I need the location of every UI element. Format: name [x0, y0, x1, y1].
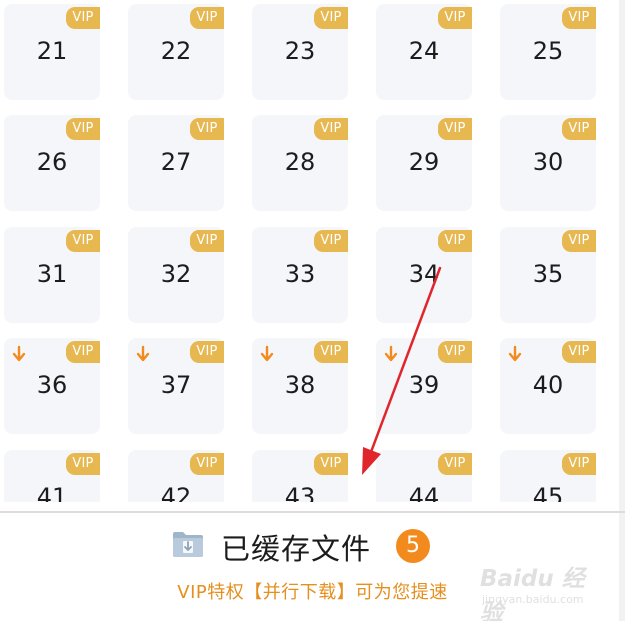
- episode-tile[interactable]: VIP 43: [252, 450, 348, 502]
- episode-number: 25: [532, 37, 564, 65]
- episode-tile[interactable]: VIP 36: [4, 338, 100, 434]
- episode-number: 21: [36, 37, 68, 65]
- episode-tile[interactable]: VIP 29: [376, 115, 472, 211]
- vip-badge: VIP: [438, 453, 472, 475]
- episode-number: 24: [408, 37, 440, 65]
- vip-badge: VIP: [190, 341, 224, 363]
- episode-tile[interactable]: VIP 30: [500, 115, 596, 211]
- episode-number: 28: [284, 148, 316, 176]
- vip-badge: VIP: [66, 341, 100, 363]
- episode-number: 38: [284, 371, 316, 399]
- episode-grid-viewport[interactable]: VIP 21 VIP 22 VIP 23 VIP 24 VIP 25 VIP 26 VIP 27 VIP 28…: [0, 0, 625, 502]
- episode-number: 32: [160, 260, 192, 288]
- vip-badge: VIP: [66, 453, 100, 475]
- episode-number: 30: [532, 148, 564, 176]
- episode-tile[interactable]: VIP 33: [252, 227, 348, 323]
- episode-number: 37: [160, 371, 192, 399]
- vip-badge: VIP: [438, 230, 472, 252]
- vip-badge: VIP: [562, 341, 596, 363]
- vip-badge: VIP: [66, 230, 100, 252]
- episode-tile[interactable]: VIP 35: [500, 227, 596, 323]
- vip-badge: VIP: [562, 230, 596, 252]
- episode-number: 44: [408, 483, 440, 502]
- cached-count-badge: 5: [396, 529, 430, 563]
- vip-badge: VIP: [314, 230, 348, 252]
- episode-tile[interactable]: VIP 21: [4, 4, 100, 100]
- episode-number: 31: [36, 260, 68, 288]
- episode-number: 36: [36, 371, 68, 399]
- downloading-arrow-icon: [12, 345, 26, 362]
- download-episode-screen: VIP 21 VIP 22 VIP 23 VIP 24 VIP 25 VIP 26 VIP 27 VIP 28…: [0, 0, 625, 621]
- vip-badge: VIP: [314, 453, 348, 475]
- episode-tile[interactable]: VIP 27: [128, 115, 224, 211]
- episode-tile[interactable]: VIP 22: [128, 4, 224, 100]
- vip-badge: VIP: [190, 7, 224, 29]
- vip-badge: VIP: [562, 7, 596, 29]
- episode-tile[interactable]: VIP 41: [4, 450, 100, 502]
- episode-number: 42: [160, 483, 192, 502]
- vip-badge: VIP: [314, 341, 348, 363]
- downloading-arrow-icon: [384, 345, 398, 362]
- episode-number: 45: [532, 483, 564, 502]
- vip-badge: VIP: [190, 118, 224, 140]
- episode-tile[interactable]: VIP 25: [500, 4, 596, 100]
- vip-badge: VIP: [438, 118, 472, 140]
- episode-tile[interactable]: VIP 40: [500, 338, 596, 434]
- download-folder-icon: [173, 532, 203, 557]
- vip-badge: VIP: [314, 7, 348, 29]
- episode-number: 29: [408, 148, 440, 176]
- vip-badge: VIP: [562, 118, 596, 140]
- downloading-arrow-icon: [508, 345, 522, 362]
- episode-number: 27: [160, 148, 192, 176]
- vip-badge: VIP: [190, 453, 224, 475]
- vip-badge: VIP: [66, 7, 100, 29]
- episode-number: 23: [284, 37, 316, 65]
- episode-number: 35: [532, 260, 564, 288]
- episode-tile[interactable]: VIP 42: [128, 450, 224, 502]
- episode-tile[interactable]: VIP 24: [376, 4, 472, 100]
- watermark-main-text: Baidu 经验: [480, 566, 585, 621]
- vip-badge: VIP: [314, 118, 348, 140]
- episode-number: 40: [532, 371, 564, 399]
- episode-tile[interactable]: VIP 34: [376, 227, 472, 323]
- baidu-jingyan-watermark: Baidu 经验 jingyan.baidu.com: [476, 555, 606, 621]
- vip-badge: VIP: [438, 341, 472, 363]
- cached-files-label: 已缓存文件: [221, 532, 372, 566]
- episode-tile[interactable]: VIP 39: [376, 338, 472, 434]
- episode-tile[interactable]: VIP 37: [128, 338, 224, 434]
- downloading-arrow-icon: [260, 345, 274, 362]
- episode-tile[interactable]: VIP 45: [500, 450, 596, 502]
- episode-tile[interactable]: VIP 44: [376, 450, 472, 502]
- episode-tile[interactable]: VIP 38: [252, 338, 348, 434]
- divider: [0, 511, 625, 513]
- vip-badge: VIP: [66, 118, 100, 140]
- vip-badge: VIP: [562, 453, 596, 475]
- watermark-sub-text: jingyan.baidu.com: [482, 593, 584, 606]
- episode-tile[interactable]: VIP 26: [4, 115, 100, 211]
- vip-badge: VIP: [438, 7, 472, 29]
- vip-badge: VIP: [190, 230, 224, 252]
- episode-tile[interactable]: VIP 23: [252, 4, 348, 100]
- episode-number: 39: [408, 371, 440, 399]
- episode-number: 22: [160, 37, 192, 65]
- episode-number: 33: [284, 260, 316, 288]
- episode-tile[interactable]: VIP 28: [252, 115, 348, 211]
- episode-number: 43: [284, 483, 316, 502]
- episode-number: 41: [36, 483, 68, 502]
- episode-number: 26: [36, 148, 68, 176]
- downloading-arrow-icon: [136, 345, 150, 362]
- episode-tile[interactable]: VIP 31: [4, 227, 100, 323]
- episode-number: 34: [408, 260, 440, 288]
- episode-tile[interactable]: VIP 32: [128, 227, 224, 323]
